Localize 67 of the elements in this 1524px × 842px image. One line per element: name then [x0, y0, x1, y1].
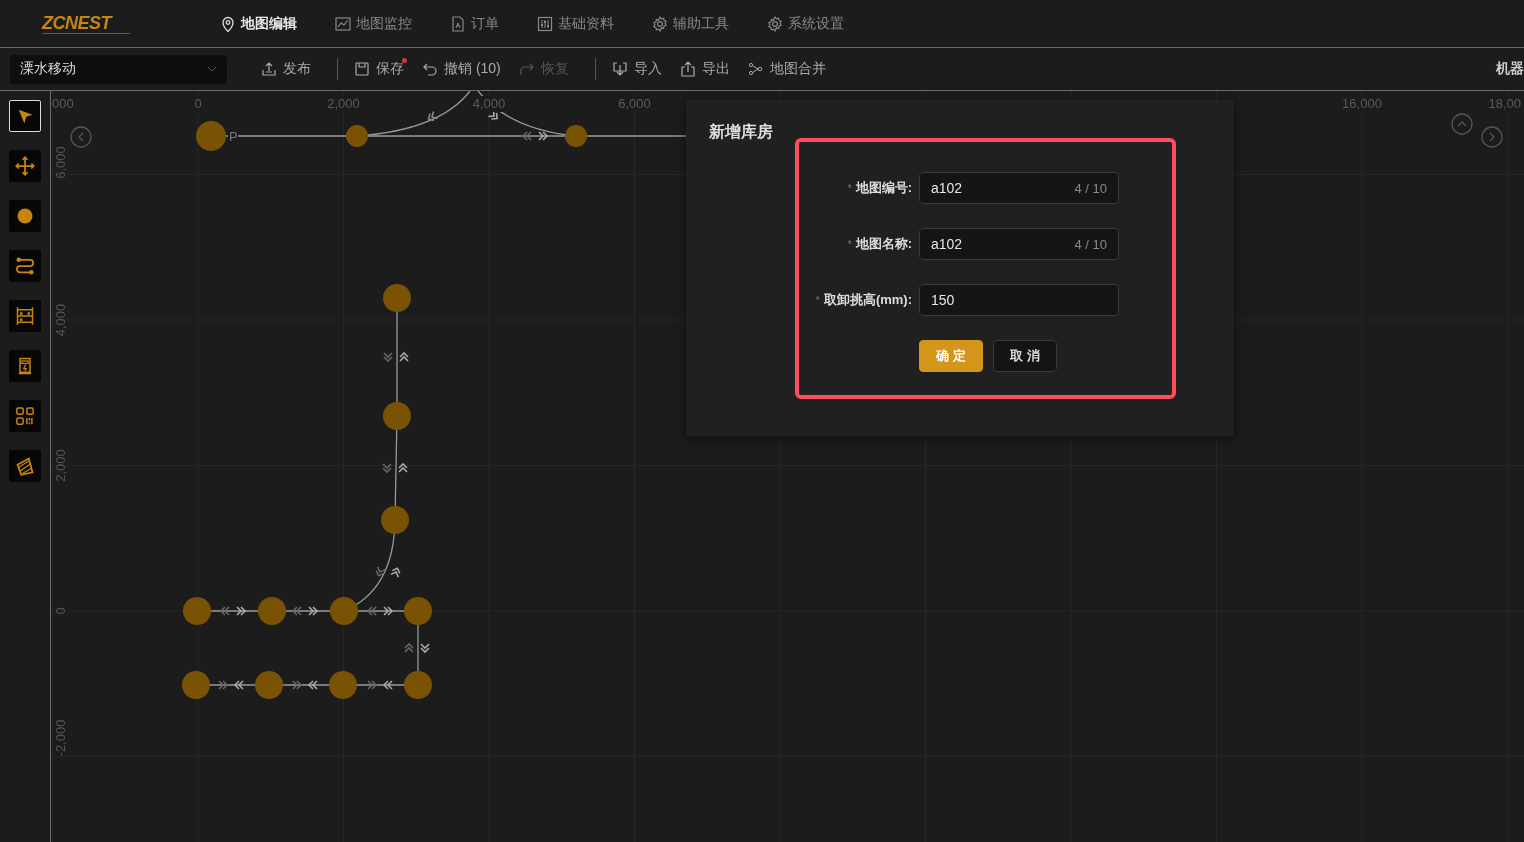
axis-label: 0 [53, 607, 68, 615]
required-mark: * [847, 238, 852, 250]
redo-icon [518, 61, 535, 77]
tool-button[interactable] [9, 200, 41, 232]
tool-button[interactable] [9, 150, 41, 182]
input-field[interactable]: 150 [919, 284, 1119, 316]
export-icon [679, 61, 696, 77]
nav-tab[interactable]: 订单 [450, 14, 499, 33]
axis-label: 18,00 [1488, 96, 1521, 111]
axis-label: 000 [52, 96, 74, 111]
move-icon [15, 156, 35, 176]
document-icon [450, 15, 466, 32]
axis-label: 2,000 [53, 449, 68, 482]
shelf-icon [15, 306, 35, 326]
dot-icon [15, 206, 35, 226]
chevron-down-icon [207, 66, 217, 72]
required-mark: * [847, 182, 852, 194]
field-label: 地图名称: [855, 235, 912, 253]
tool-button[interactable] [9, 100, 41, 132]
hatched-area-icon [15, 456, 35, 476]
map-pin-icon [220, 15, 236, 32]
input-field[interactable]: a102 4 / 10 [919, 172, 1119, 204]
gear-icon [767, 15, 783, 32]
axis-label: -2,000 [53, 719, 68, 757]
nav-tab[interactable]: 辅助工具 [652, 14, 729, 33]
qr-code-icon [15, 406, 35, 426]
tool-button[interactable] [9, 400, 41, 432]
axis-label: 16,000 [1342, 96, 1382, 111]
line-chart-icon [335, 15, 351, 32]
robot-label: 机器 [1496, 60, 1524, 78]
dialog-title: 新增库房 [709, 122, 773, 142]
field-label: 地图编号: [855, 179, 912, 197]
toolbar-button[interactable]: 地图合并 [747, 60, 826, 78]
toolbar-button[interactable]: 撤销 (10) [422, 60, 501, 78]
axis-label: 0 [194, 96, 202, 111]
tool-button[interactable] [9, 450, 41, 482]
nav-tab[interactable]: 系统设置 [767, 14, 844, 33]
marker-label: P [229, 129, 238, 144]
required-mark: * [815, 294, 820, 306]
map-select[interactable]: 溧水移动 [10, 54, 227, 84]
axis-label: 4,000 [472, 96, 506, 111]
toolbar-button[interactable]: 发布 [261, 60, 311, 78]
axis-label: 6,000 [618, 96, 651, 111]
gear-icon [652, 15, 668, 32]
undo-icon [422, 61, 438, 77]
input-field[interactable]: a102 4 / 10 [919, 228, 1119, 260]
cancel-button[interactable]: 取 消 [993, 340, 1057, 372]
nav-tab[interactable]: 地图监控 [335, 14, 412, 33]
nav-tab[interactable]: 基础资料 [537, 14, 614, 33]
axis-label: 2,000 [327, 96, 360, 111]
route-icon [15, 256, 35, 276]
save-icon [354, 61, 370, 77]
field-label: 取卸挑高(mm): [823, 291, 912, 309]
merge-icon [747, 61, 764, 77]
upload-icon [261, 61, 277, 77]
logo: ZCNEST [42, 13, 130, 34]
axis-label: 6,000 [53, 146, 68, 179]
sliders-icon [537, 15, 553, 32]
nav-tab[interactable]: 地图编辑 [220, 14, 297, 33]
toolbar-button[interactable]: 导出 [679, 60, 730, 78]
tool-button[interactable] [9, 350, 41, 382]
import-icon [611, 61, 628, 77]
toolbar-button[interactable]: 导入 [611, 60, 662, 78]
axis-label: 4,000 [53, 303, 68, 337]
tool-button[interactable] [9, 250, 41, 282]
tool-button[interactable] [9, 300, 41, 332]
toolbar-button[interactable]: 保存 [354, 60, 404, 78]
